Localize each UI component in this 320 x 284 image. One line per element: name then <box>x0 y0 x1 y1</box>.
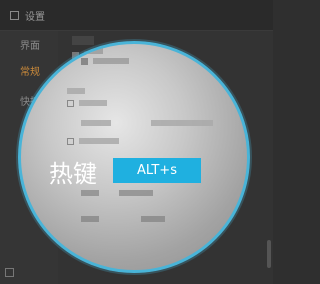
section-heading-ghost <box>81 48 103 54</box>
window-title: 设置 <box>25 11 45 23</box>
hotkey-label: 热键 <box>49 160 97 188</box>
hotkey-input[interactable]: ALT+s <box>113 158 201 183</box>
sidebar-item-general[interactable]: 常规 <box>20 63 40 78</box>
sub-heading-ghost <box>67 88 85 94</box>
settings-icon[interactable] <box>5 268 14 277</box>
field-label-ghost <box>81 120 111 126</box>
field-value-ghost <box>119 190 153 196</box>
field-label-ghost <box>81 190 99 196</box>
option-label-ghost <box>93 58 129 64</box>
option-checkbox-ghost <box>67 100 74 107</box>
sidebar-item-interface[interactable]: 界面 <box>20 37 40 52</box>
section-heading <box>72 36 94 45</box>
field-value-ghost <box>141 216 165 222</box>
field-label-ghost <box>81 216 99 222</box>
title-bar: 设置 <box>0 0 273 31</box>
option-checkbox-ghost <box>67 138 74 145</box>
option-checkbox-ghost <box>81 58 88 65</box>
option-label-ghost <box>79 100 107 106</box>
field-value-ghost <box>151 120 213 126</box>
magnifier-lens: 热键 ALT+s <box>18 41 250 273</box>
app-icon <box>10 10 19 20</box>
scrollbar[interactable] <box>267 240 271 268</box>
option-label-ghost <box>79 138 119 144</box>
